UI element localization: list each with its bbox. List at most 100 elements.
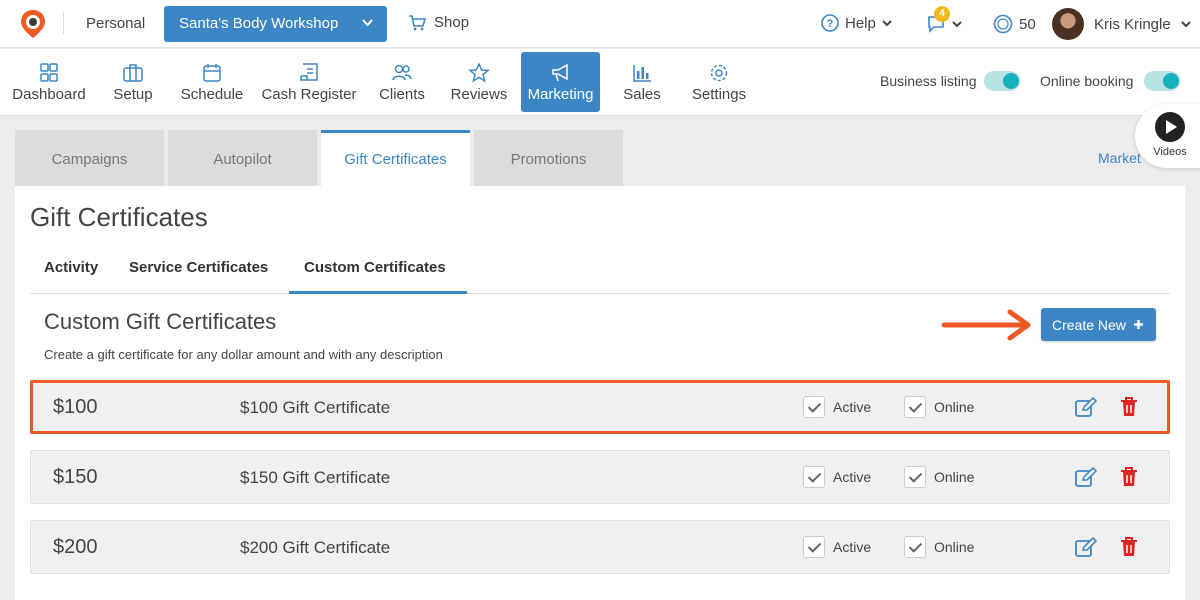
chevron-down-icon	[882, 19, 892, 26]
certificate-description: $200 Gift Certificate	[240, 538, 391, 557]
online-booking-toggle[interactable]	[1144, 71, 1180, 91]
nav-label: Setup	[113, 86, 153, 103]
megaphone-icon	[551, 63, 568, 82]
trash-icon[interactable]	[1120, 467, 1138, 487]
nav-schedule[interactable]: Schedule	[176, 52, 248, 112]
active-checkbox[interactable]	[803, 466, 825, 488]
dashboard-icon	[40, 63, 58, 82]
arrow-annotation-icon	[941, 309, 1031, 341]
trash-icon[interactable]	[1120, 537, 1138, 557]
business-selector[interactable]: Santa's Body Workshop	[164, 6, 387, 42]
nav-marketing[interactable]: Marketing	[521, 52, 600, 112]
logo-icon[interactable]	[20, 9, 46, 39]
star-icon	[468, 63, 490, 83]
active-label: Active	[833, 399, 872, 415]
tab-autopilot[interactable]: Autopilot	[168, 130, 317, 186]
plus-icon	[1133, 320, 1143, 329]
business-name: Santa's Body Workshop	[179, 15, 339, 32]
online-checkbox[interactable]	[904, 536, 926, 558]
divider	[63, 12, 64, 34]
certificate-amount: $200	[53, 536, 98, 558]
nav-reviews[interactable]: Reviews	[446, 52, 512, 112]
nav-label: Clients	[379, 86, 425, 103]
nav-clients[interactable]: Clients	[372, 52, 432, 112]
online-checkbox[interactable]	[904, 466, 926, 488]
shop-link[interactable]: Shop	[408, 14, 469, 31]
cart-icon	[409, 14, 426, 30]
page-title: Gift Certificates	[30, 202, 208, 232]
calendar-icon	[203, 64, 221, 82]
trash-icon[interactable]	[1120, 397, 1138, 417]
create-new-button[interactable]: Create New	[1041, 308, 1156, 341]
videos-label: Videos	[1153, 146, 1187, 158]
edit-icon[interactable]	[1075, 397, 1097, 417]
subtab-activity[interactable]: Activity	[44, 259, 98, 276]
user-menu[interactable]: Kris Kringle	[1052, 8, 1191, 40]
play-icon	[1155, 112, 1185, 142]
business-listing-label: Business listing	[880, 73, 977, 89]
online-label: Online	[934, 399, 975, 415]
avatar	[1052, 8, 1084, 40]
points-value: 50	[1019, 15, 1036, 33]
nav-label: Marketing	[527, 86, 594, 103]
chevron-down-icon	[1180, 20, 1191, 27]
online-label: Online	[934, 469, 975, 485]
help-menu[interactable]: ? Help	[821, 14, 892, 32]
nav-label: Sales	[623, 86, 661, 103]
help-icon: ?	[821, 14, 839, 32]
nav-label: Settings	[691, 86, 747, 103]
personal-link[interactable]: Personal	[86, 15, 145, 32]
main-nav: Dashboard Setup Schedule Cash Register C…	[0, 49, 1200, 116]
online-label: Online	[934, 539, 975, 555]
list-item[interactable]: $200 $200 Gift Certificate Active Online	[30, 520, 1170, 574]
gear-icon	[710, 64, 728, 82]
subtab-active-indicator	[289, 291, 467, 294]
list-item[interactable]: $100 $100 Gift Certificate Active Online	[30, 380, 1170, 434]
certificate-amount: $100	[53, 396, 98, 418]
shop-label: Shop	[434, 14, 470, 31]
certificate-description: $100 Gift Certificate	[240, 398, 391, 417]
nav-cash-register[interactable]: Cash Register	[260, 52, 358, 112]
toggle-knob	[1003, 73, 1019, 89]
subtab-custom-certificates[interactable]: Custom Certificates	[304, 259, 446, 276]
business-listing-toggle[interactable]	[984, 71, 1020, 91]
clients-icon	[392, 64, 412, 81]
toggle-knob	[1163, 73, 1179, 89]
nav-sales[interactable]: Sales	[614, 52, 670, 112]
online-booking-label: Online booking	[1040, 73, 1134, 89]
tab-promotions[interactable]: Promotions	[474, 130, 623, 186]
user-name: Kris Kringle	[1094, 15, 1171, 33]
active-label: Active	[833, 539, 872, 555]
list-item[interactable]: $150 $150 Gift Certificate Active Online	[30, 450, 1170, 504]
edit-icon[interactable]	[1075, 467, 1097, 487]
nav-settings[interactable]: Settings	[686, 52, 752, 112]
active-checkbox[interactable]	[803, 396, 825, 418]
notification-badge: 4	[934, 6, 950, 22]
chevron-down-icon	[362, 19, 373, 27]
bar-chart-icon	[633, 65, 651, 82]
videos-button[interactable]: Videos	[1135, 104, 1200, 168]
tab-campaigns[interactable]: Campaigns	[15, 130, 164, 186]
chevron-down-icon	[952, 21, 962, 28]
active-label: Active	[833, 469, 872, 485]
receipt-icon	[300, 63, 318, 81]
subtab-divider	[30, 293, 1170, 294]
edit-icon[interactable]	[1075, 537, 1097, 557]
svg-text:?: ?	[827, 18, 834, 30]
notifications-button[interactable]: 4	[924, 6, 964, 36]
create-new-label: Create New	[1052, 317, 1126, 333]
nav-dashboard[interactable]: Dashboard	[8, 52, 90, 112]
briefcase-icon	[123, 64, 143, 82]
online-checkbox[interactable]	[904, 396, 926, 418]
certificate-amount: $150	[53, 466, 98, 488]
nav-label: Reviews	[450, 86, 508, 103]
section-title: Custom Gift Certificates	[44, 309, 277, 334]
subtab-service-certificates[interactable]: Service Certificates	[129, 259, 268, 276]
points-icon	[993, 14, 1013, 34]
nav-label: Dashboard	[12, 86, 86, 103]
top-bar: Personal Santa's Body Workshop Shop ? He…	[0, 0, 1200, 48]
points-display[interactable]: 50	[993, 14, 1036, 34]
active-checkbox[interactable]	[803, 536, 825, 558]
tab-gift-certificates[interactable]: Gift Certificates	[321, 130, 470, 186]
nav-setup[interactable]: Setup	[104, 52, 162, 112]
